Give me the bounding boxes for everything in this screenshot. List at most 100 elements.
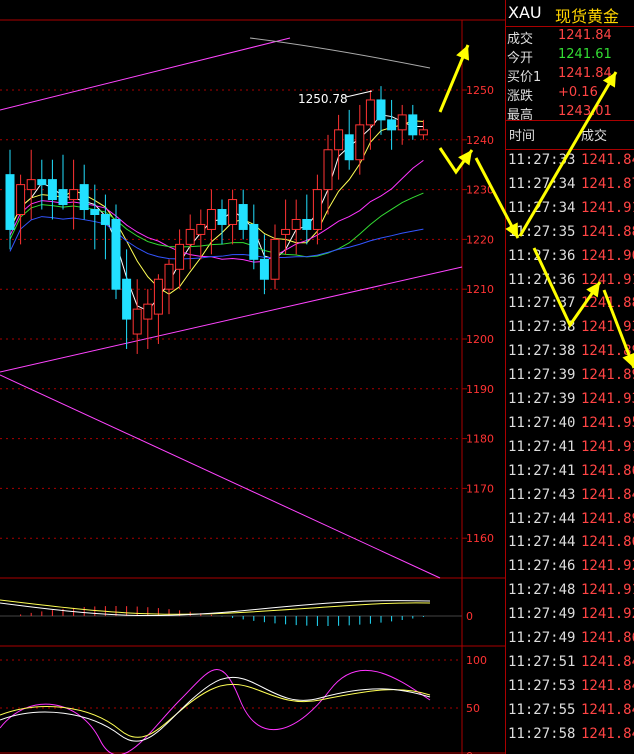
- candle-body: [69, 189, 79, 201]
- tick-row: 11:27:37 1241.88: [505, 293, 634, 316]
- tick-row: 11:27:58 1241.84: [505, 724, 634, 747]
- tick-time: 11:27:55: [508, 701, 576, 718]
- tick-price: 1241.84: [581, 701, 634, 718]
- tick-time: 11:27:36: [508, 271, 576, 288]
- macd-dea-line: [0, 599, 431, 615]
- price-label: 1230: [466, 184, 494, 197]
- trend-lines: [0, 37, 463, 579]
- quote-row: 买价1 1241.84: [505, 65, 634, 85]
- candle-body: [344, 134, 354, 161]
- candle-body: [16, 184, 26, 215]
- candle-body: [164, 263, 174, 290]
- quote-row: 成交 1241.84: [505, 27, 634, 47]
- price-label: 1250: [466, 84, 494, 97]
- tick-price: 1241.95: [581, 414, 634, 431]
- tick-time: 11:27:58: [508, 725, 576, 742]
- tick-row: 11:27:41 1241.86: [505, 461, 634, 484]
- descending-line: [0, 374, 441, 579]
- candle-body: [47, 179, 57, 201]
- price-label: 1190: [466, 383, 494, 396]
- tick-row: 11:27:40 1241.95: [505, 413, 634, 436]
- candle-body: [387, 119, 397, 131]
- tick-price: 1241.84: [581, 152, 634, 168]
- kdj-axis-label: 0: [466, 750, 473, 754]
- tick-price: 1241.92: [581, 606, 634, 623]
- tick-time: 11:27:34: [508, 175, 576, 192]
- tick-price: 1241.88: [581, 295, 634, 312]
- tick-time: 11:27:43: [508, 486, 576, 503]
- candle-body: [238, 204, 248, 230]
- candle-body: [355, 124, 365, 161]
- candle-body: [291, 218, 301, 230]
- tick-row: 11:27:41 1241.91: [505, 437, 634, 460]
- candle-body: [376, 99, 386, 121]
- tick-row: 11:27:49 1241.86: [505, 628, 634, 651]
- candle-body: [5, 174, 15, 230]
- tick-row: 11:27:39 1241.89: [505, 365, 634, 388]
- ma120-line: [249, 37, 431, 69]
- tick-time: 11:27:39: [508, 367, 576, 384]
- candle-body: [312, 189, 322, 230]
- symbol-code: XAU: [508, 3, 542, 22]
- tick-row: 11:27:36 1241.90: [505, 246, 634, 269]
- kline-chart[interactable]: 1250 1240 1230 1220 1210 1200 1190 1180 1170 1160…: [0, 0, 505, 754]
- quote-label: 成交: [507, 32, 534, 47]
- tick-row: 11:27:34 1241.87: [505, 174, 634, 197]
- price-label: 1210: [466, 283, 494, 296]
- quote-label: 涨跌: [507, 89, 534, 104]
- tick-time: 11:27:44: [508, 510, 576, 527]
- ticks-header: 时间 成交: [505, 120, 634, 150]
- candle-body: [334, 129, 344, 151]
- tick-time: 11:27:39: [508, 391, 576, 407]
- candle-body: [79, 184, 89, 211]
- high-annotation: 1250.78: [298, 92, 348, 106]
- candle-body: [143, 303, 153, 320]
- tick-time: 11:27:35: [508, 223, 576, 240]
- quote-value: 1241.84: [558, 66, 612, 81]
- tick-price: 1241.86: [581, 630, 634, 646]
- tick-price: 1241.89: [581, 367, 634, 384]
- symbol-name: 现货黄金: [555, 7, 620, 26]
- tick-price: 1241.91: [581, 438, 634, 455]
- tick-row: 11:27:44 1241.89: [505, 509, 634, 532]
- candle-body: [111, 218, 121, 290]
- price-label: 1180: [466, 433, 494, 446]
- candle-body: [249, 223, 259, 260]
- quote-label: 今开: [507, 51, 534, 66]
- quote-header: XAU 现货黄金: [505, 0, 634, 27]
- candle-body: [408, 114, 418, 136]
- tick-time: 11:27:33: [508, 152, 576, 168]
- tick-row: 11:27:55 1241.84: [505, 700, 634, 723]
- tick-row: 11:27:35 1241.88: [505, 222, 634, 245]
- tick-time: 11:27:34: [508, 199, 576, 216]
- ma20-line: [9, 159, 424, 263]
- tick-price: 1241.86: [581, 534, 634, 551]
- tick-row: 11:27:53 1241.84: [505, 676, 634, 699]
- candle-body: [418, 129, 428, 136]
- candle-body: [90, 209, 100, 216]
- candle-body: [175, 243, 185, 270]
- candle-body: [365, 99, 375, 126]
- quote-row: 今开 1241.61: [505, 46, 634, 66]
- tick-price: 1241.91: [581, 199, 634, 216]
- tick-row: 11:27:44 1241.86: [505, 532, 634, 555]
- tick-price: 1241.84: [581, 725, 634, 742]
- tick-time: 11:27:40: [508, 414, 576, 431]
- tick-row: 11:27:43 1241.84: [505, 485, 634, 508]
- quote-panel: XAU 现货黄金 成交 1241.84 今开 1241.61 买价1 1241.84 涨跌 +…: [505, 0, 634, 754]
- candle-body: [153, 278, 163, 315]
- price-label: 1160: [466, 532, 494, 545]
- tick-time: 11:27:48: [508, 582, 576, 599]
- tick-row: 11:27:51 1241.84: [505, 652, 634, 675]
- price-axis: 1250 1240 1230 1220 1210 1200 1190 1180 1170 1160: [462, 84, 494, 545]
- tick-time: 11:27:41: [508, 438, 576, 455]
- tick-time: 11:27:37: [508, 295, 576, 312]
- price-label: 1220: [466, 233, 494, 246]
- kdj-axis-label: 50: [466, 702, 480, 715]
- kdj-axis-label: 100: [466, 654, 487, 667]
- tick-row: 11:27:34 1241.91: [505, 198, 634, 221]
- candle-body: [397, 114, 407, 131]
- price-label: 1200: [466, 333, 494, 346]
- quote-label: 买价1: [507, 70, 542, 85]
- tick-price: 1241.90: [581, 247, 634, 264]
